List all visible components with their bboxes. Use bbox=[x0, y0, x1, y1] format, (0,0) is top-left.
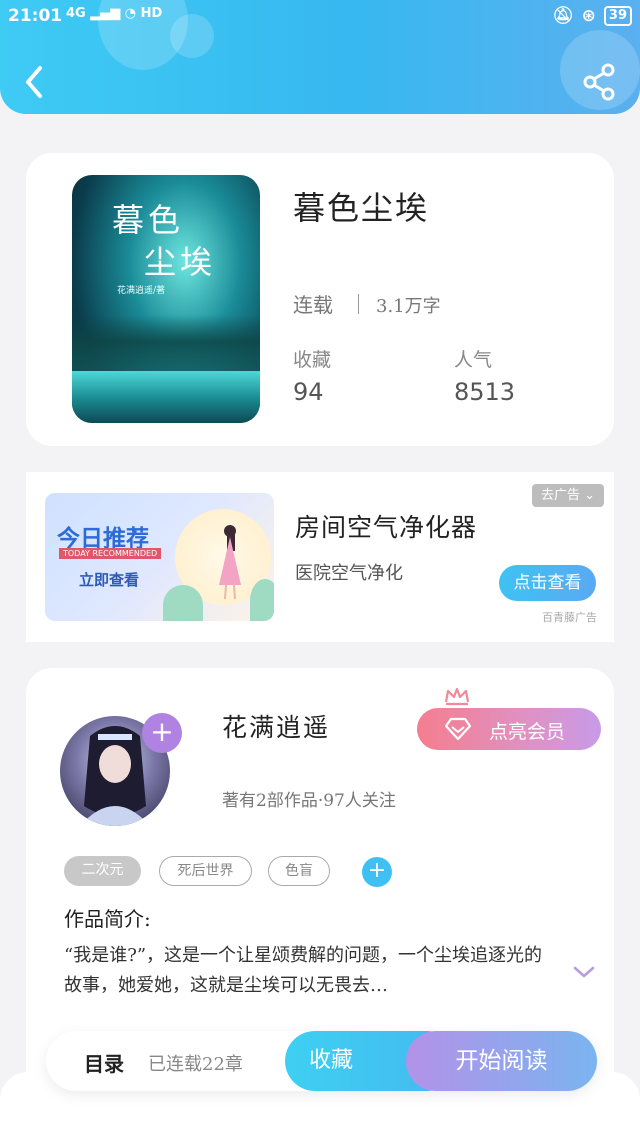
chapter-count[interactable]: 已连载22章 bbox=[148, 1050, 243, 1076]
collect-label: 收藏 bbox=[309, 1048, 354, 1073]
ad-plant bbox=[250, 579, 274, 621]
cover-water bbox=[72, 371, 260, 423]
intro-text: “我是谁?”，这是一个让星颂费解的问题，一个尘埃追逐光的故事，她爱她，这就是尘埃… bbox=[64, 945, 543, 996]
author-meta: 著有2部作品·97人关注 bbox=[222, 791, 396, 811]
word-count: 3.1万字 bbox=[376, 296, 441, 317]
tag-item[interactable]: 死后世界 bbox=[159, 856, 252, 886]
cover-title-line2: 尘埃 bbox=[144, 243, 217, 281]
book-status: 连载 bbox=[293, 293, 333, 317]
ad-image-eng: TODAY RECOMMENDED bbox=[59, 548, 162, 559]
signal-label: 4G bbox=[66, 6, 86, 21]
cover-scenery bbox=[72, 315, 260, 375]
toc-button[interactable]: 目录 bbox=[84, 1048, 124, 1077]
vip-button[interactable]: 点亮会员 bbox=[417, 708, 601, 750]
follow-add-button[interactable]: + bbox=[142, 713, 182, 753]
popularity-label: 人气 bbox=[454, 349, 493, 371]
status-time: 21:01 bbox=[8, 6, 63, 26]
chevron-down-icon[interactable] bbox=[572, 963, 596, 981]
book-info-card: 暮色 尘埃 花满逍遥/著 暮色尘埃 连载 3.1万字 收藏 94 人气 8513 bbox=[26, 153, 614, 446]
favorites-value: 94 bbox=[293, 378, 324, 406]
status-right-icons: 🔕︎ ⊛ 39 bbox=[552, 6, 632, 26]
ad-view-button[interactable]: 点击查看 bbox=[499, 565, 596, 601]
intro-heading: 作品简介: bbox=[64, 907, 151, 931]
vip-label: 点亮会员 bbox=[489, 721, 566, 743]
ad-title[interactable]: 房间空气净化器 bbox=[295, 508, 477, 544]
start-reading-button[interactable]: 开始阅读 bbox=[406, 1031, 597, 1091]
ad-image-cta: 立即查看 bbox=[79, 571, 140, 589]
cover-title-line1: 暮色 bbox=[112, 201, 185, 239]
ad-plant bbox=[163, 585, 203, 621]
remove-ads-button[interactable]: 去广告 ⌄ bbox=[532, 484, 604, 507]
add-tag-button[interactable]: + bbox=[362, 857, 392, 887]
ad-image[interactable]: 今日推荐 TODAY RECOMMENDED 立即查看 bbox=[45, 493, 274, 621]
battery-icon: 39 bbox=[603, 6, 632, 26]
divider bbox=[358, 294, 359, 314]
ad-banner[interactable]: 今日推荐 TODAY RECOMMENDED 立即查看 房间空气净化器 医院空气… bbox=[26, 472, 614, 642]
lock-rotation-icon: ⊛ bbox=[581, 6, 596, 26]
wifi-icon: ◔ bbox=[124, 6, 137, 21]
tag-item[interactable]: 二次元 bbox=[64, 856, 141, 886]
book-cover[interactable]: 暮色 尘埃 花满逍遥/著 bbox=[72, 175, 260, 423]
header-bar: 21:01 4G ▂▄▆ ◔ HD 🔕︎ ⊛ 39 bbox=[0, 0, 640, 114]
diamond-icon bbox=[445, 717, 471, 741]
book-title: 暮色尘埃 bbox=[293, 189, 430, 227]
status-bar: 21:01 4G ▂▄▆ ◔ HD 🔕︎ ⊛ 39 bbox=[0, 0, 640, 34]
popularity-value: 8513 bbox=[454, 378, 516, 406]
status-network-icons: 4G ▂▄▆ ◔ HD bbox=[66, 6, 162, 21]
bottom-action-bar: 目录 已连载22章 收藏 开始阅读 bbox=[46, 1031, 597, 1091]
ad-girl-illustration bbox=[219, 525, 241, 600]
back-button[interactable] bbox=[18, 62, 50, 102]
crown-icon bbox=[444, 687, 470, 706]
signal-bars-icon: ▂▄▆ bbox=[90, 6, 121, 21]
favorites-label: 收藏 bbox=[293, 349, 332, 371]
share-icon bbox=[583, 63, 615, 101]
cover-author: 花满逍遥/著 bbox=[117, 286, 166, 296]
ad-source-label: 百青藤广告 bbox=[542, 611, 597, 624]
hd-label: HD bbox=[140, 6, 163, 21]
tag-item[interactable]: 色盲 bbox=[268, 856, 330, 886]
author-name[interactable]: 花满逍遥 bbox=[222, 708, 330, 744]
bell-muted-icon: 🔕︎ bbox=[552, 6, 574, 26]
ad-subtitle: 医院空气净化 bbox=[295, 563, 403, 584]
share-button[interactable] bbox=[580, 62, 620, 102]
chevron-left-icon bbox=[26, 66, 42, 98]
